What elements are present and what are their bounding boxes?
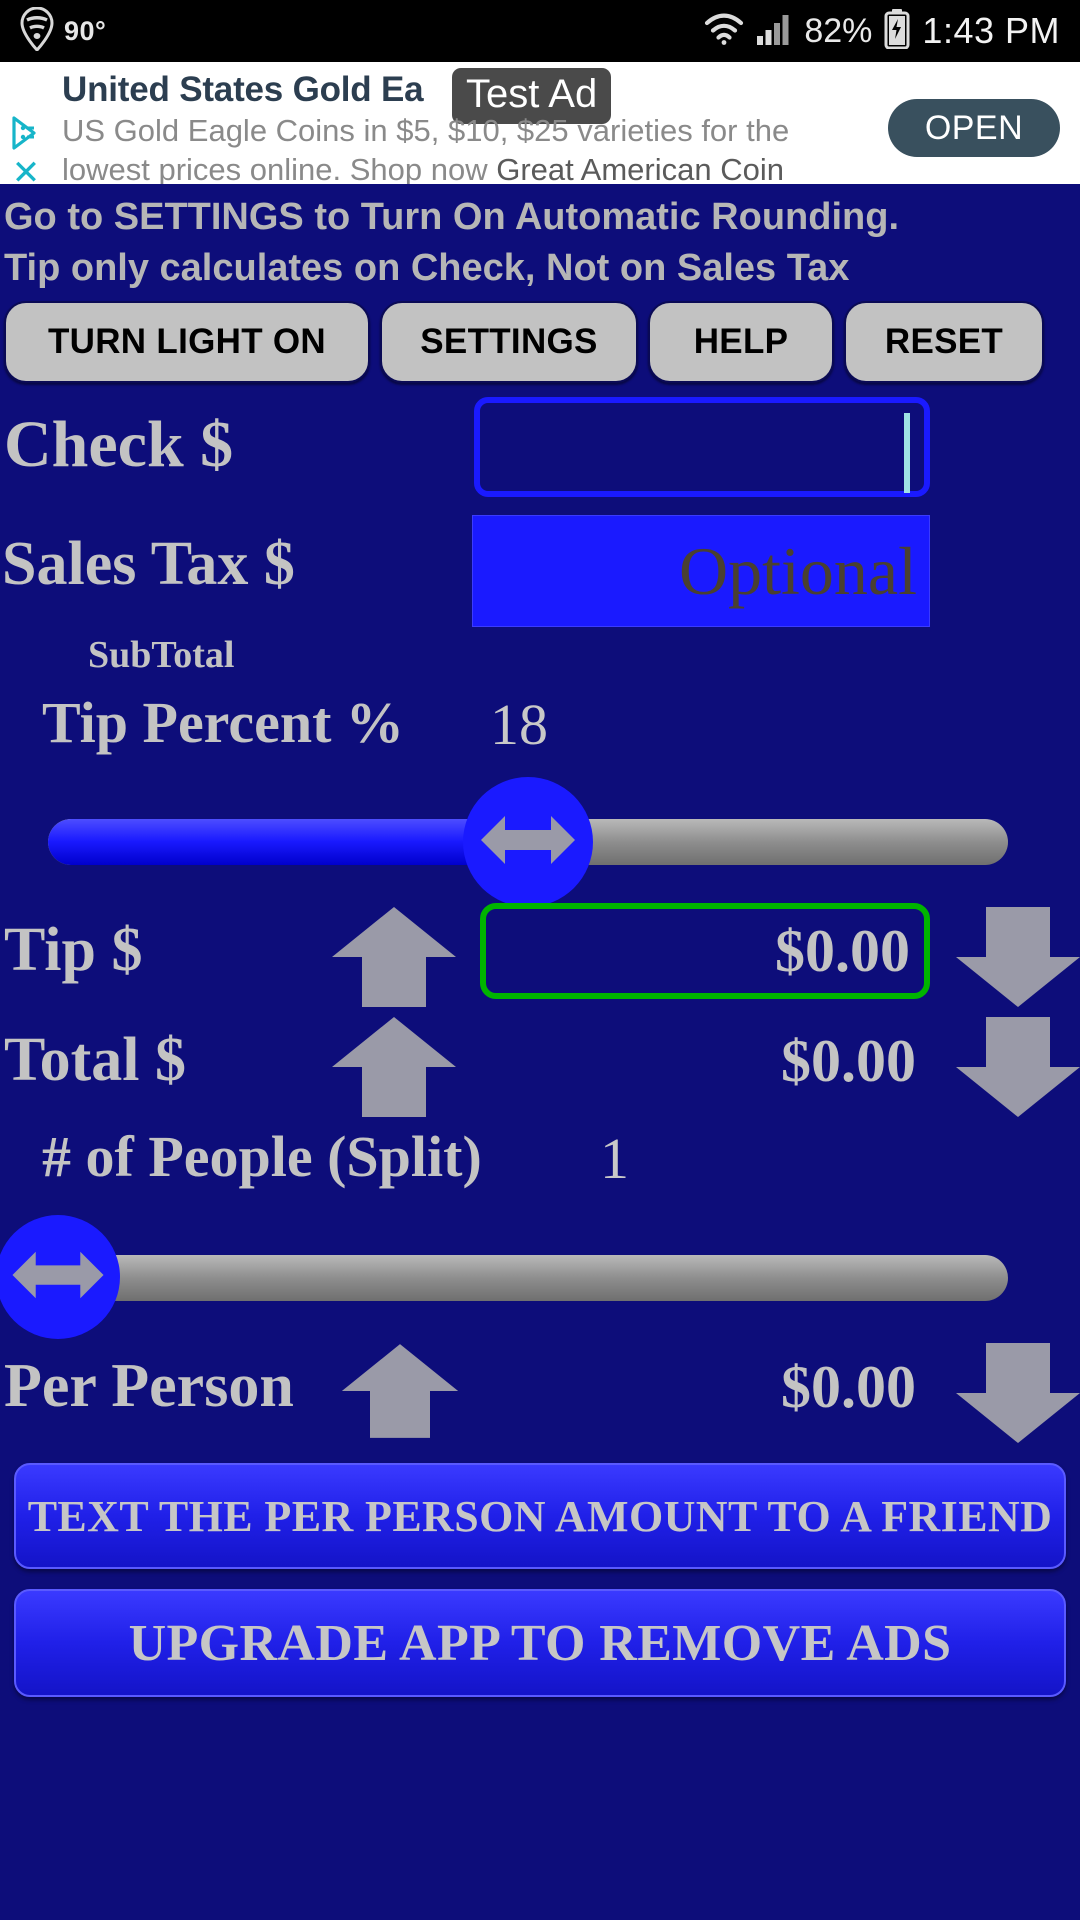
close-icon[interactable]: ✕ [8, 155, 44, 184]
battery-percent-label: 82% [804, 11, 873, 50]
total-amount-field[interactable]: $0.00 [480, 1013, 930, 1109]
adchoices-icon[interactable] [8, 115, 44, 151]
tip-increment-arrow-up-icon[interactable] [330, 905, 458, 1014]
ad-body: US Gold Eagle Coins in $5, $10, $25 vari… [62, 112, 862, 184]
tip-label: Tip $ [4, 916, 143, 985]
per-person-label: Per Person [4, 1352, 294, 1421]
notice-line-2: Tip only calculates on Check, Not on Sal… [4, 246, 850, 289]
sales-tax-row: Sales Tax $ Optional [0, 515, 1080, 628]
ad-body-line2: lowest prices online. Shop now Great Ame… [62, 151, 862, 184]
reset-button[interactable]: RESET [844, 301, 1044, 384]
check-row: Check $ [0, 397, 1080, 507]
turn-light-on-button[interactable]: TURN LIGHT ON [4, 301, 370, 384]
per-person-increment-arrow-up-icon[interactable] [340, 1341, 460, 1446]
tip-percent-label: Tip Percent % [42, 690, 404, 756]
settings-button[interactable]: SETTINGS [380, 301, 638, 384]
temperature-label: 90° [64, 15, 107, 46]
text-per-person-button[interactable]: TEXT THE PER PERSON AMOUNT TO A FRIEND [14, 1463, 1066, 1570]
status-bar-right: 82% 1:43 PM [704, 8, 1060, 54]
per-person-row: Per Person $0.00 [0, 1339, 1080, 1449]
notice-line-1: Go to SETTINGS to Turn On Automatic Roun… [4, 196, 900, 238]
total-label: Total $ [4, 1026, 187, 1095]
ad-advertiser-name: Great American Coin [496, 151, 784, 184]
tip-calculator-app: Go to SETTINGS to Turn On Automatic Roun… [0, 184, 1080, 1920]
check-input[interactable] [474, 397, 930, 498]
left-right-arrow-icon [479, 808, 577, 877]
tip-percent-value: 18 [490, 692, 548, 758]
ad-title: United States Gold Ea [62, 70, 424, 109]
total-amount-value: $0.00 [781, 1027, 916, 1094]
people-label: # of People (Split) [42, 1124, 482, 1190]
people-slider-thumb[interactable] [0, 1215, 120, 1340]
sales-tax-label: Sales Tax $ [2, 530, 295, 599]
tip-slider-fill [48, 819, 528, 866]
tip-slider-thumb[interactable] [463, 777, 593, 908]
battery-charging-icon [884, 8, 910, 54]
per-person-amount-field[interactable]: $0.00 [480, 1339, 930, 1435]
ad-open-button[interactable]: OPEN [888, 99, 1060, 157]
subtotal-row: SubTotal [0, 627, 1080, 689]
total-increment-arrow-up-icon[interactable] [330, 1015, 458, 1124]
per-person-decrement-arrow-down-icon[interactable] [954, 1341, 1080, 1450]
text-caret [904, 413, 910, 494]
ad-body-line1: US Gold Eagle Coins in $5, $10, $25 vari… [62, 113, 790, 148]
ad-body-line2-a: lowest prices online. Shop now [62, 151, 497, 184]
tip-decrement-arrow-down-icon[interactable] [954, 905, 1080, 1014]
people-slider-track[interactable] [48, 1255, 1008, 1302]
tip-percent-slider[interactable] [0, 777, 1080, 908]
text-per-person-label: TEXT THE PER PERSON AMOUNT TO A FRIEND [27, 1491, 1053, 1541]
clock-label: 1:43 PM [922, 10, 1060, 51]
tip-amount-value: $0.00 [775, 917, 910, 984]
tip-amount-field[interactable]: $0.00 [480, 903, 930, 1000]
upgrade-app-label: UPGRADE APP TO REMOVE ADS [128, 1614, 952, 1672]
sales-tax-input[interactable]: Optional [472, 515, 930, 628]
wifi-icon [704, 12, 744, 50]
people-split-slider[interactable] [0, 1213, 1080, 1340]
tip-amount-row: Tip $ $0.00 [0, 903, 1080, 1013]
people-split-row: # of People (Split) 1 [0, 1123, 1080, 1213]
status-bar-left: 90° [20, 5, 107, 56]
sales-tax-placeholder: Optional [679, 532, 917, 609]
left-right-arrow-icon [10, 1244, 106, 1311]
help-button[interactable]: HELP [648, 301, 834, 384]
location-pin-icon [20, 5, 54, 56]
phone-screen: 90° 82% 1:43 PM ✕ United States Gold Ea … [0, 0, 1080, 1920]
toolbar: TURN LIGHT ON SETTINGS HELP RESET [0, 293, 1080, 384]
subtotal-label: SubTotal [88, 634, 235, 677]
notice-text: Go to SETTINGS to Turn On Automatic Roun… [0, 184, 1080, 293]
total-amount-row: Total $ $0.00 [0, 1013, 1080, 1123]
status-bar: 90° 82% 1:43 PM [0, 0, 1080, 62]
ad-banner[interactable]: ✕ United States Gold Ea Test Ad US Gold … [0, 62, 1080, 184]
check-label: Check $ [4, 408, 234, 482]
people-value: 1 [600, 1126, 629, 1192]
per-person-amount-value: $0.00 [781, 1353, 916, 1420]
tip-percent-row: Tip Percent % 18 [0, 689, 1080, 777]
total-decrement-arrow-down-icon[interactable] [954, 1015, 1080, 1124]
upgrade-app-button[interactable]: UPGRADE APP TO REMOVE ADS [14, 1589, 1066, 1698]
cell-signal-icon [756, 13, 792, 50]
